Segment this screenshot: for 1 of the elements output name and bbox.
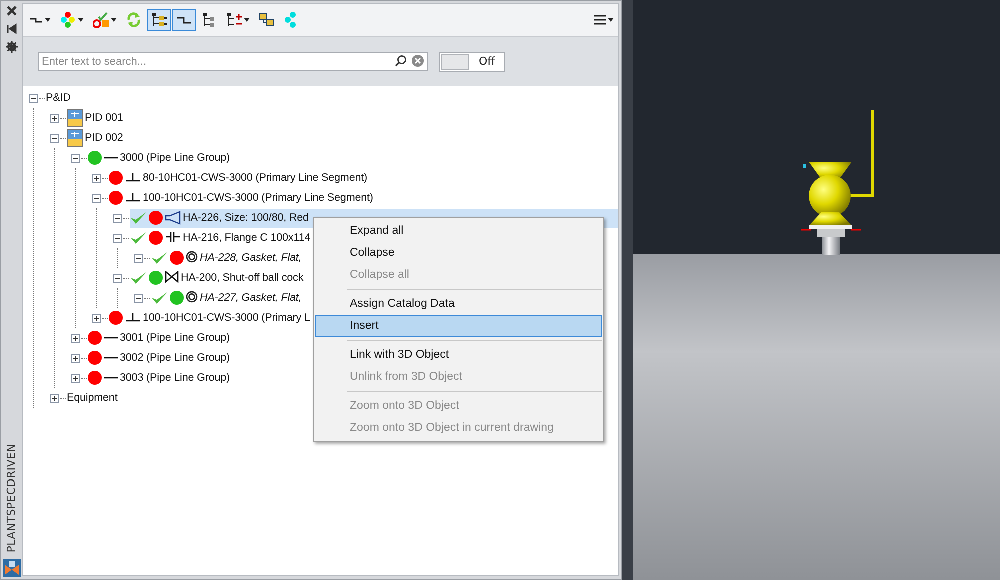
palette-title: PLANTSPECDRIVEN	[5, 444, 18, 553]
